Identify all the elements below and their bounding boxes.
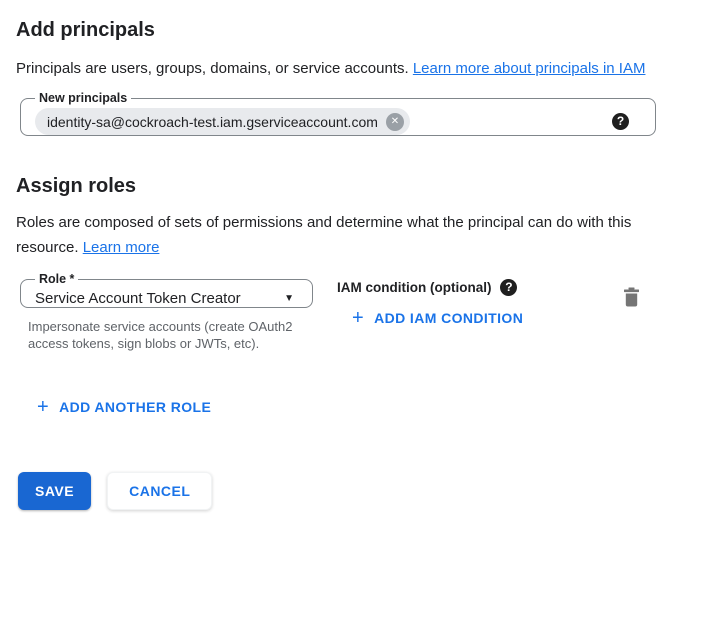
add-iam-condition-label: ADD IAM CONDITION	[374, 310, 523, 326]
role-helper-text: Impersonate service accounts (create OAu…	[28, 318, 310, 352]
new-principals-field[interactable]: New principals identity-sa@cockroach-tes…	[20, 91, 656, 136]
intro-text: Principals are users, groups, domains, o…	[16, 60, 413, 77]
add-another-role-label: ADD ANOTHER ROLE	[59, 399, 211, 415]
cancel-button[interactable]: CANCEL	[107, 472, 212, 510]
page-title: Add principals	[16, 18, 697, 42]
footer-actions: SAVE CANCEL	[18, 472, 697, 510]
principals-help-icon[interactable]: ?	[612, 113, 629, 130]
plus-icon: +	[37, 398, 49, 416]
add-another-role-button[interactable]: + ADD ANOTHER ROLE	[37, 398, 697, 416]
role-label: Role *	[35, 272, 78, 287]
principal-chip: identity-sa@cockroach-test.iam.gservicea…	[35, 108, 410, 135]
delete-role-column	[623, 287, 640, 312]
chevron-down-icon: ▼	[284, 293, 294, 304]
role-select[interactable]: Role * Service Account Token Creator ▼	[20, 272, 313, 308]
principal-chip-label: identity-sa@cockroach-test.iam.gservicea…	[47, 114, 378, 130]
trash-icon	[623, 287, 640, 307]
roles-description: Roles are composed of sets of permission…	[16, 210, 676, 260]
intro-paragraph: Principals are users, groups, domains, o…	[16, 56, 676, 81]
role-column: Role * Service Account Token Creator ▼ I…	[16, 272, 313, 352]
save-button[interactable]: SAVE	[18, 472, 91, 510]
add-iam-condition-button[interactable]: + ADD IAM CONDITION	[352, 309, 523, 327]
iam-condition-label: IAM condition (optional)	[337, 280, 491, 295]
role-row: Role * Service Account Token Creator ▼ I…	[16, 272, 697, 352]
iam-condition-help-icon[interactable]: ?	[500, 279, 517, 296]
plus-icon: +	[352, 309, 364, 327]
assign-roles-title: Assign roles	[16, 174, 697, 198]
iam-condition-label-row: IAM condition (optional) ?	[337, 279, 523, 296]
role-selected-value: Service Account Token Creator	[35, 290, 241, 307]
chip-remove-icon[interactable]: ✕	[386, 113, 404, 131]
role-value-row[interactable]: Service Account Token Creator ▼	[33, 287, 300, 307]
add-principals-panel: Add principals Principals are users, gro…	[0, 0, 713, 510]
new-principals-label: New principals	[35, 91, 131, 106]
principals-chip-row: identity-sa@cockroach-test.iam.gservicea…	[33, 106, 643, 135]
learn-more-principals-link[interactable]: Learn more about principals in IAM	[413, 60, 646, 77]
iam-condition-column: IAM condition (optional) ? + ADD IAM CON…	[337, 272, 523, 327]
roles-learn-more-link[interactable]: Learn more	[83, 239, 160, 256]
delete-role-button[interactable]	[623, 287, 640, 310]
